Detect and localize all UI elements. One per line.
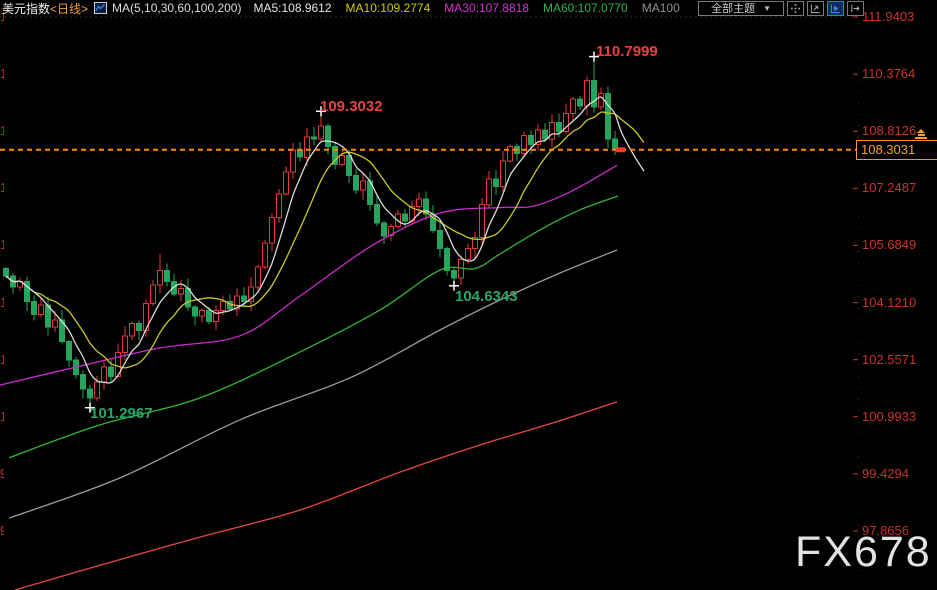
price-axis-label: 104.1210 [862, 295, 917, 310]
ma-group-label: MA(5,10,30,60,100,200) [112, 1, 242, 15]
left-axis-label-clipped: 100.9933 [0, 409, 4, 423]
current-price-label: 108.3031 [856, 140, 937, 160]
price-axis-label: 110.3764 [862, 66, 916, 81]
price-annotation: 101.2967 [90, 405, 153, 422]
latest-price-marker-icon[interactable] [914, 129, 928, 139]
chart-type-icon[interactable] [94, 2, 108, 14]
ma-readout-1: MA10:109.2774 [345, 1, 431, 15]
left-axis-label-clipped: 107.2487 [0, 180, 4, 194]
pane-expand-icon[interactable] [807, 0, 824, 16]
left-axis-label-clipped: 97.8656 [0, 523, 4, 537]
price-annotation: 110.7999 [596, 43, 658, 60]
left-axis-label-clipped: 104.1210 [0, 295, 4, 309]
layout-compress-icon[interactable] [787, 0, 804, 16]
left-axis-label-clipped: 105.6849 [0, 237, 4, 251]
price-axis-label: 102.5571 [862, 352, 917, 367]
pane-shift-right-icon[interactable] [847, 0, 864, 16]
price-axis-label: 99.4294 [862, 466, 909, 481]
price-axis-label: 108.8126 [862, 123, 917, 138]
symbol-title: 美元指数 [2, 1, 51, 16]
current-price-value: 108.3031 [861, 142, 916, 157]
price-annotation: 104.6343 [455, 288, 518, 305]
price-axis-label: 105.6849 [862, 237, 917, 252]
theme-selector-label: 全部主题 [711, 3, 756, 15]
left-axis-label-clipped: 99.4294 [0, 466, 4, 480]
chart-toolbar: 美元指数 <日线> MA(5,10,30,60,100,200) MA5:108… [0, 0, 937, 16]
ma-readout-0: MA5:108.9612 [253, 1, 332, 15]
price-axis-label: 100.9933 [862, 409, 917, 424]
timeframe-label[interactable]: <日线> [50, 0, 88, 17]
ma-readout-2: MA30:107.8818 [444, 1, 529, 15]
active-pane-icon[interactable] [827, 0, 844, 16]
watermark: FX678 [795, 528, 932, 576]
chevron-down-icon: ▼ [763, 3, 771, 13]
left-axis-label-clipped: 108.8126 [0, 123, 4, 137]
chart-window: 美元指数 <日线> MA(5,10,30,60,100,200) MA5:108… [0, 0, 937, 590]
ma-values: MA5:108.9612 MA10:109.2774 MA30:107.8818 MA… [253, 1, 693, 15]
ma-readout-4: MA100 [641, 1, 680, 15]
price-annotation: 109.3032 [320, 98, 383, 115]
left-axis-label-clipped: 102.5571 [0, 352, 4, 366]
left-axis-label-clipped: 110.3764 [0, 66, 4, 80]
price-axis-label: 107.2487 [862, 180, 917, 195]
theme-selector-button[interactable]: 全部主题 ▼ [698, 0, 784, 16]
ma-readout-3: MA60:107.0770 [543, 1, 628, 15]
